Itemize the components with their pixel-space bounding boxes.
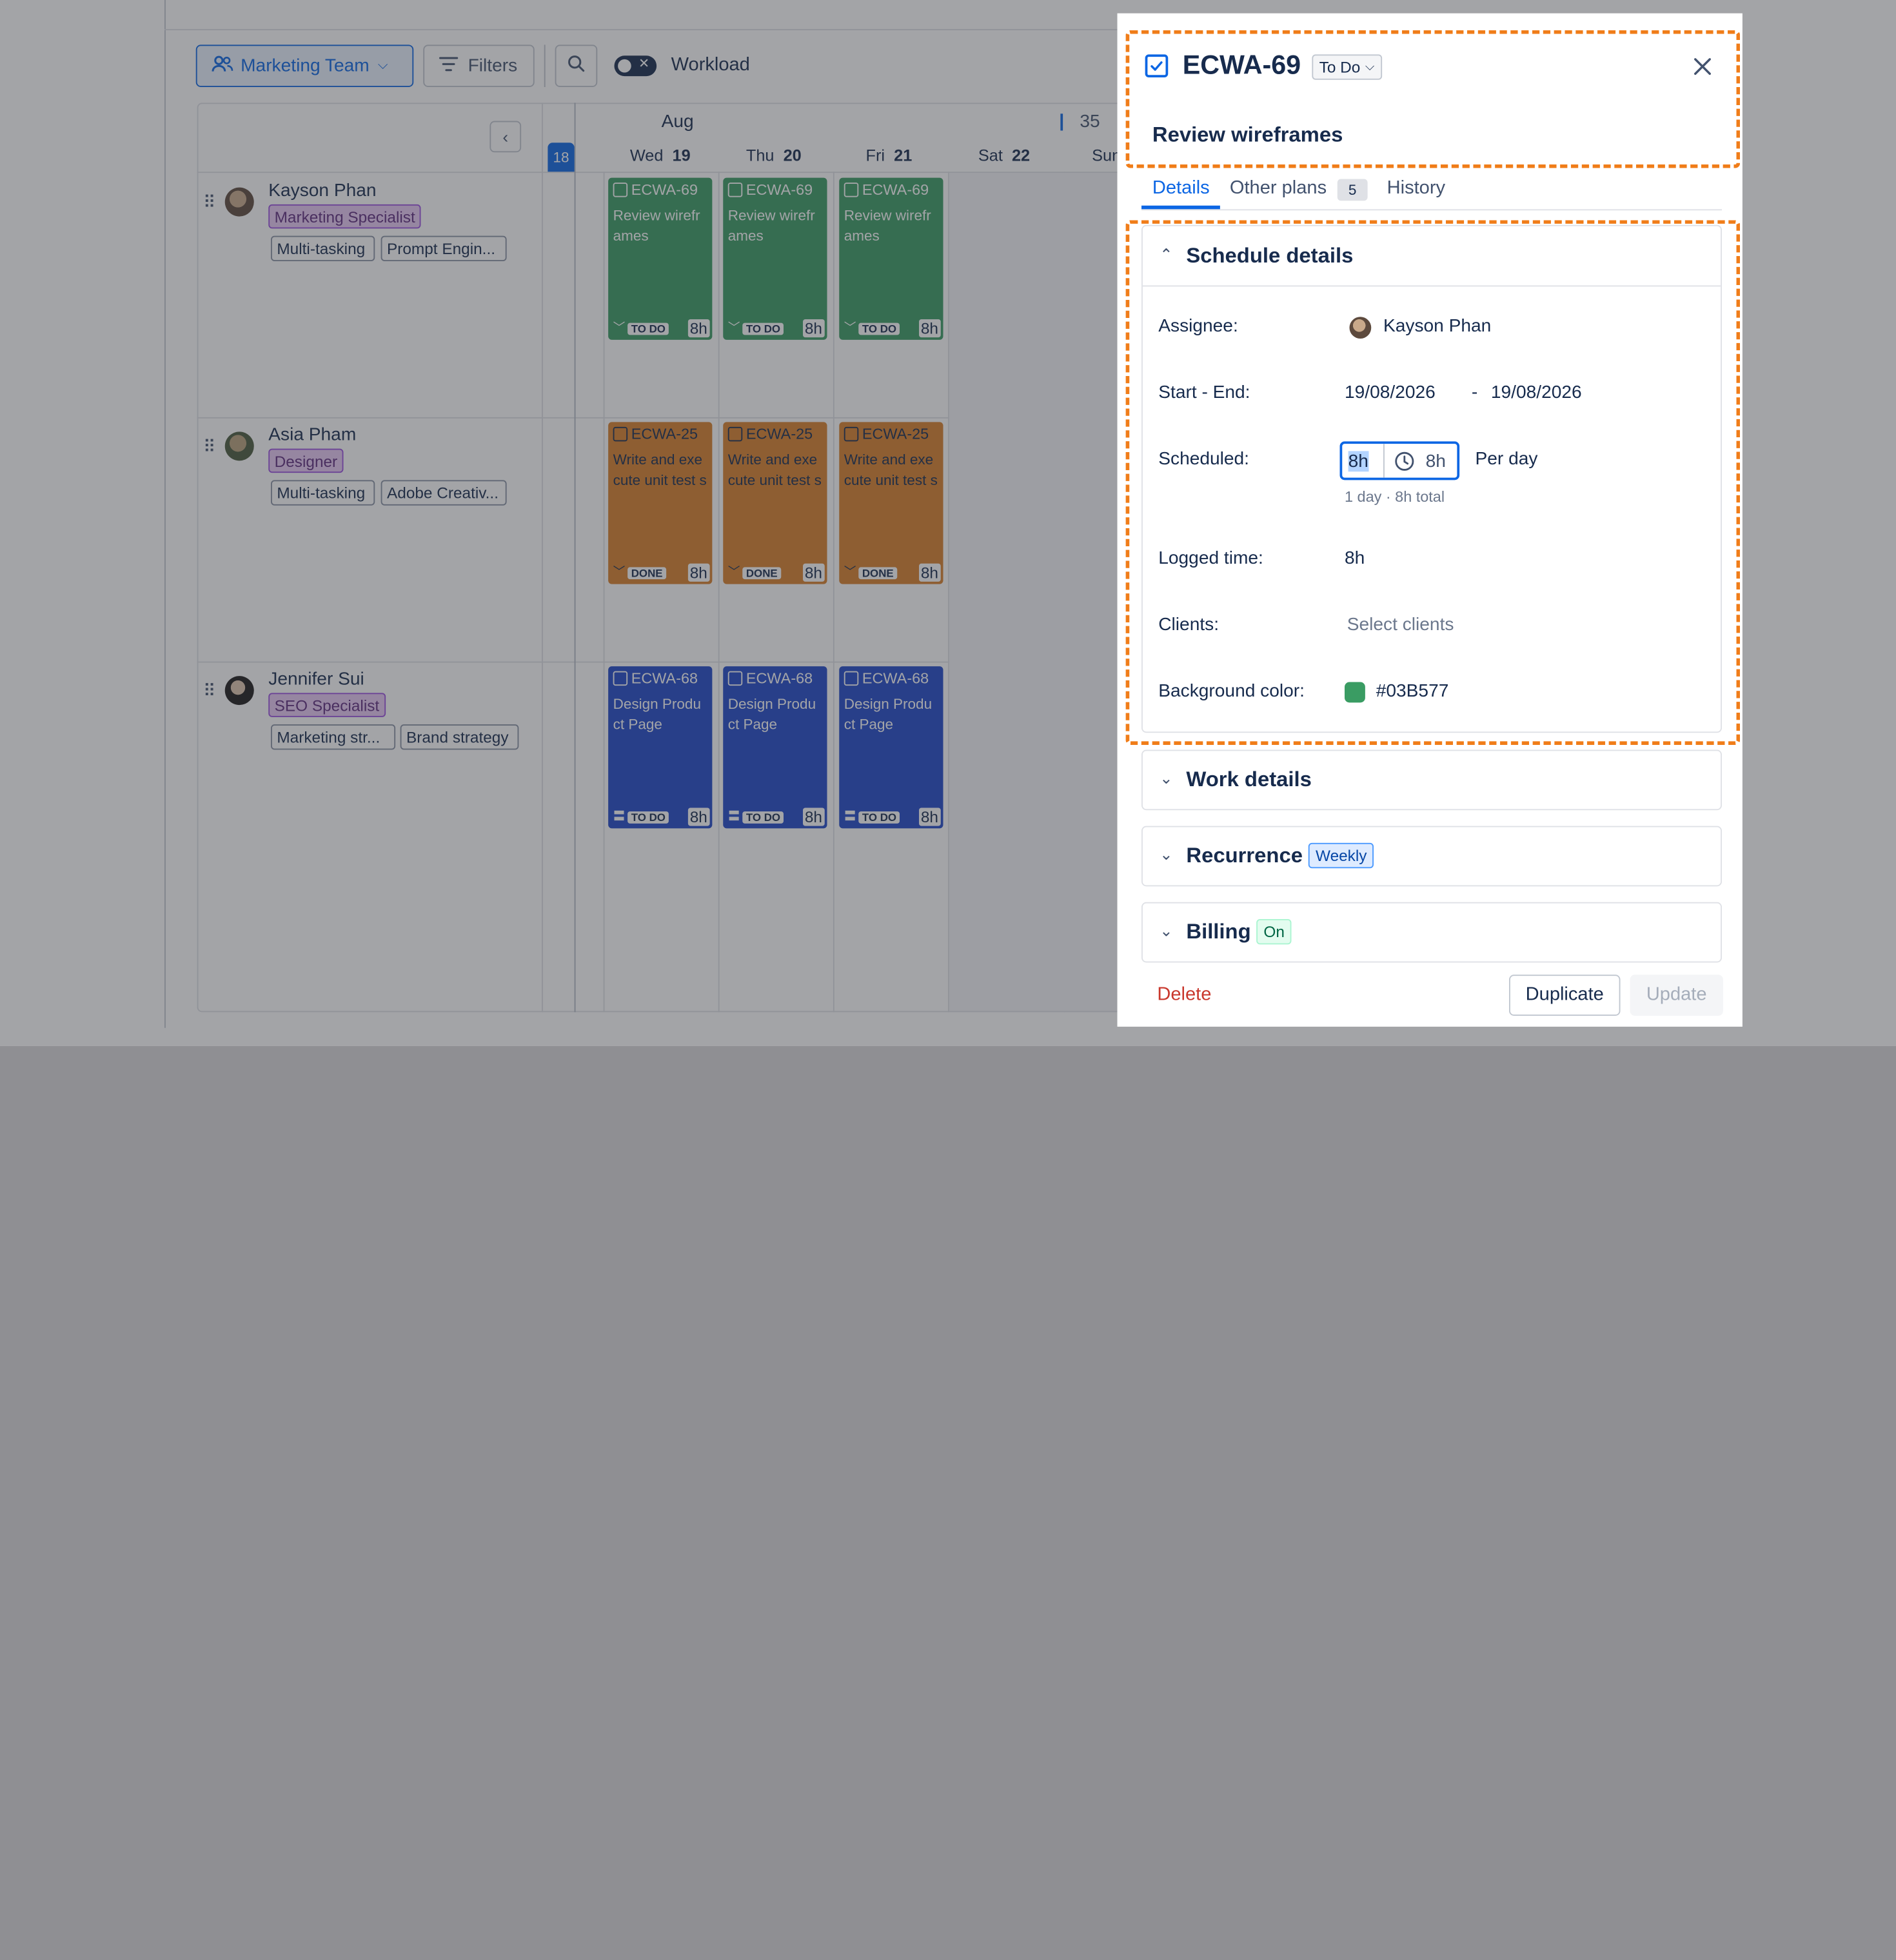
- tab-label: Other plans: [1229, 177, 1327, 199]
- other-plans-count: 5: [1337, 179, 1368, 201]
- work-details-heading: Work details: [1186, 766, 1312, 791]
- tab-other-plans[interactable]: Other plans: [1230, 178, 1327, 200]
- recurrence-heading: Recurrence: [1186, 842, 1303, 867]
- billing-badge: On: [1256, 919, 1292, 945]
- chevron-down-icon: ⌄: [1160, 769, 1173, 787]
- tab-history[interactable]: History: [1387, 178, 1445, 200]
- update-button[interactable]: Update: [1630, 975, 1723, 1016]
- tab-divider: [1141, 209, 1722, 211]
- delete-button[interactable]: Delete: [1157, 984, 1211, 1006]
- duplicate-button[interactable]: Duplicate: [1509, 975, 1621, 1016]
- header-highlight: [1125, 30, 1741, 168]
- billing-heading: Billing: [1186, 919, 1251, 944]
- chevron-down-icon: ⌄: [1160, 845, 1173, 864]
- schedule-highlight: [1125, 220, 1741, 745]
- app-root: Marketing Team ⌵ Filters ✕ Workload ‹ Au…: [0, 0, 1896, 1960]
- recurrence-badge: Weekly: [1308, 842, 1374, 869]
- tab-details[interactable]: Details: [1152, 178, 1210, 200]
- chevron-down-icon: ⌄: [1160, 921, 1173, 940]
